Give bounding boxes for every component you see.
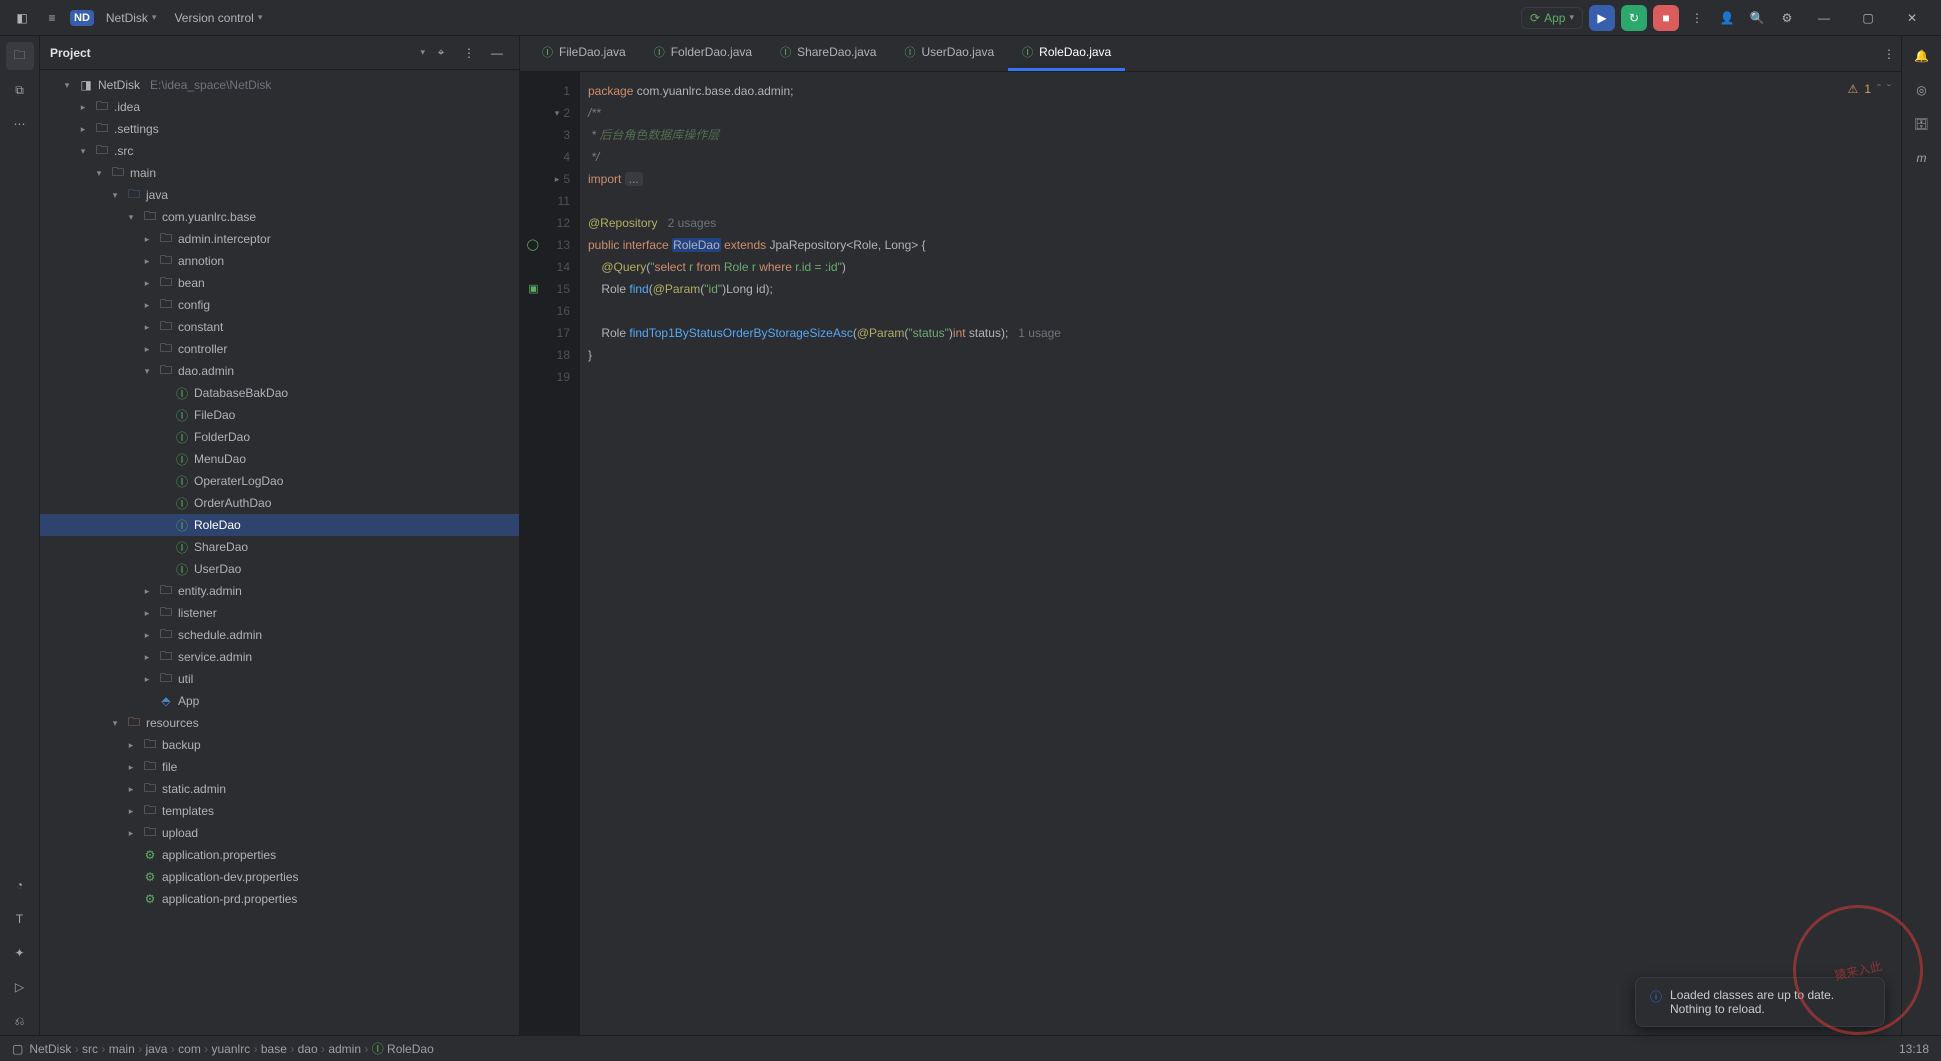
tree-item-annotion[interactable]: ▸🗀annotion [40, 250, 519, 272]
tree-item-service-admin[interactable]: ▸🗀service.admin [40, 646, 519, 668]
tree-item-resources[interactable]: ▾🗀resources [40, 712, 519, 734]
hamburger-icon[interactable]: ≡ [40, 6, 64, 30]
tree-item-dao-admin[interactable]: ▾🗀dao.admin [40, 360, 519, 382]
app-icon[interactable]: ◧ [10, 6, 34, 30]
notification-toast[interactable]: ⓘ Loaded classes are up to date. Nothing… [1635, 977, 1885, 1027]
editor-area: ⒾFileDao.javaⒾFolderDao.javaⒾShareDao.ja… [520, 36, 1901, 1035]
tab-more-icon[interactable]: ⋮ [1877, 42, 1901, 66]
tree-item-admin-interceptor[interactable]: ▸🗀admin.interceptor [40, 228, 519, 250]
chevron-down-icon[interactable]: ▾ [420, 47, 425, 58]
tree-item-sharedao[interactable]: ⒾShareDao [40, 536, 519, 558]
tree-item-controller[interactable]: ▸🗀controller [40, 338, 519, 360]
run-tool-icon[interactable]: ▷ [6, 973, 34, 1001]
database-icon[interactable]: 🗄 [1908, 110, 1936, 138]
tree-item-listener[interactable]: ▸🗀listener [40, 602, 519, 624]
select-opened-icon[interactable]: ⌖ [429, 41, 453, 65]
vcs-menu[interactable]: Version control ▾ [168, 7, 268, 29]
stop-button[interactable]: ■ [1653, 5, 1679, 31]
project-panel: Project ▾ ⌖ ⋮ — ▾◨NetDiskE:\idea_space\N… [40, 36, 520, 1035]
project-selector[interactable]: NetDisk ▾ [100, 7, 163, 29]
maximize-button[interactable]: ▢ [1849, 4, 1887, 32]
tree-item-file[interactable]: ▸🗀file [40, 756, 519, 778]
tree-item-operaterlogdao[interactable]: ⒾOperaterLogDao [40, 470, 519, 492]
toast-text: Loaded classes are up to date. Nothing t… [1670, 988, 1870, 1016]
tree-item-com-yuanlrc-base[interactable]: ▾🗀com.yuanlrc.base [40, 206, 519, 228]
maven-icon[interactable]: m [1908, 144, 1936, 172]
tree-item-application-prd-properties[interactable]: ⚙application-prd.properties [40, 888, 519, 910]
tree-item-entity-admin[interactable]: ▸🗀entity.admin [40, 580, 519, 602]
tree-item--idea[interactable]: ▸🗀.idea [40, 96, 519, 118]
tree-item-roledao[interactable]: ⒾRoleDao [40, 514, 519, 536]
tab-sharedao-java[interactable]: ⒾShareDao.java [766, 36, 890, 71]
editor-tabs: ⒾFileDao.javaⒾFolderDao.javaⒾShareDao.ja… [520, 36, 1901, 72]
code-with-me-icon[interactable]: 👤 [1715, 6, 1739, 30]
tree-item-schedule-admin[interactable]: ▸🗀schedule.admin [40, 624, 519, 646]
status-time: 13:18 [1899, 1042, 1929, 1056]
vcs-tool-icon[interactable]: ⎌ [6, 1007, 34, 1035]
editor-gutter[interactable]: 1▾234▸51112◯1314▣1516171819 [520, 72, 580, 1035]
tree-item-config[interactable]: ▸🗀config [40, 294, 519, 316]
tree-item-bean[interactable]: ▸🗀bean [40, 272, 519, 294]
more-tools-icon[interactable]: ⋯ [6, 110, 34, 138]
tree-item-constant[interactable]: ▸🗀constant [40, 316, 519, 338]
inspection-indicator[interactable]: ⚠1 ˆˇ [1848, 78, 1891, 100]
tree-item-upload[interactable]: ▸🗀upload [40, 822, 519, 844]
build-tool-icon[interactable]: ◔ [6, 871, 34, 899]
tab-filedao-java[interactable]: ⒾFileDao.java [528, 36, 640, 71]
debug-button[interactable]: ▶ [1589, 5, 1615, 31]
notifications-icon[interactable]: 🔔 [1908, 42, 1936, 70]
titlebar: ◧ ≡ ND NetDisk ▾ Version control ▾ ⟳ App… [0, 0, 1941, 36]
tree-item-userdao[interactable]: ⒾUserDao [40, 558, 519, 580]
project-tree[interactable]: ▾◨NetDiskE:\idea_space\NetDisk▸🗀.idea▸🗀.… [40, 70, 519, 1035]
ai-assistant-icon[interactable]: ◎ [1908, 76, 1936, 104]
tab-folderdao-java[interactable]: ⒾFolderDao.java [640, 36, 766, 71]
services-tool-icon[interactable]: ✦ [6, 939, 34, 967]
tree-item-backup[interactable]: ▸🗀backup [40, 734, 519, 756]
more-icon[interactable]: ⋮ [1685, 6, 1709, 30]
tree-item--settings[interactable]: ▸🗀.settings [40, 118, 519, 140]
tree-item-static-admin[interactable]: ▸🗀static.admin [40, 778, 519, 800]
hide-panel-icon[interactable]: — [485, 41, 509, 65]
tree-item-application-dev-properties[interactable]: ⚙application-dev.properties [40, 866, 519, 888]
close-button[interactable]: ✕ [1893, 4, 1931, 32]
project-panel-title: Project [50, 46, 416, 60]
tree-item-templates[interactable]: ▸🗀templates [40, 800, 519, 822]
panel-more-icon[interactable]: ⋮ [457, 41, 481, 65]
tree-item-menudao[interactable]: ⒾMenuDao [40, 448, 519, 470]
tree-item--src[interactable]: ▾🗀.src [40, 140, 519, 162]
project-tool-icon[interactable]: 🗀 [6, 42, 34, 70]
run-config-selector[interactable]: ⟳ App ▾ [1521, 7, 1583, 29]
tree-item-netdisk[interactable]: ▾◨NetDiskE:\idea_space\NetDisk [40, 74, 519, 96]
search-icon[interactable]: 🔍 [1745, 6, 1769, 30]
tab-roledao-java[interactable]: ⒾRoleDao.java [1008, 36, 1125, 71]
breadcrumb-root-icon: ▢ [12, 1042, 23, 1056]
tree-item-main[interactable]: ▾🗀main [40, 162, 519, 184]
tree-item-application-properties[interactable]: ⚙application.properties [40, 844, 519, 866]
structure-tool-icon[interactable]: ⧉ [6, 76, 34, 104]
project-badge[interactable]: ND [70, 10, 94, 26]
tree-item-util[interactable]: ▸🗀util [40, 668, 519, 690]
tree-item-folderdao[interactable]: ⒾFolderDao [40, 426, 519, 448]
breadcrumb[interactable]: ▢ NetDisk › src › main › java › com › yu… [0, 1035, 1941, 1061]
settings-icon[interactable]: ⚙ [1775, 6, 1799, 30]
tree-item-app[interactable]: ⬘App [40, 690, 519, 712]
tree-item-databasebakdao[interactable]: ⒾDatabaseBakDao [40, 382, 519, 404]
minimize-button[interactable]: — [1805, 4, 1843, 32]
code-editor[interactable]: ⚠1 ˆˇ package com.yuanlrc.base.dao.admin… [580, 72, 1901, 1035]
right-tool-strip: 🔔 ◎ 🗄 m [1901, 36, 1941, 1035]
tree-item-filedao[interactable]: ⒾFileDao [40, 404, 519, 426]
tree-item-java[interactable]: ▾🗀java [40, 184, 519, 206]
tree-item-orderauthdao[interactable]: ⒾOrderAuthDao [40, 492, 519, 514]
run-button[interactable]: ↻ [1621, 5, 1647, 31]
tab-userdao-java[interactable]: ⒾUserDao.java [890, 36, 1008, 71]
left-tool-strip: 🗀 ⧉ ⋯ ◔ T ✦ ▷ ⎌ [0, 36, 40, 1035]
terminal-tool-icon[interactable]: T [6, 905, 34, 933]
info-icon: ⓘ [1650, 988, 1662, 1016]
